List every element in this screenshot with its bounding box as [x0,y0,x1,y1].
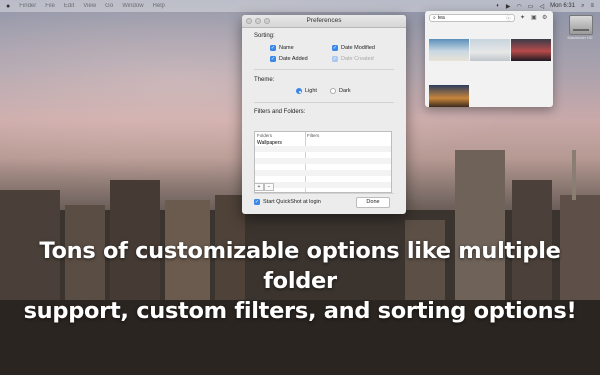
sort-date-added-label: Date Added [279,56,308,62]
sort-date-created-label: Date Created [341,56,374,62]
search-input[interactable]: tea [438,15,445,21]
radio-selected-icon [296,88,302,94]
thumbnail[interactable] [429,85,469,107]
menu-finder[interactable]: Finder [19,3,36,10]
done-button[interactable]: Done [356,197,390,208]
menu-file[interactable]: File [45,3,55,10]
checkmark-icon: ✓ [332,44,338,51]
filters-folders-label: Filters and Folders: [254,109,306,115]
menu-help[interactable]: Help [153,3,165,10]
clear-search-icon[interactable]: ⓧ [506,15,511,22]
start-at-login-label: Start QuickShot at login [263,199,321,205]
search-field[interactable]: ⌕ tea ⓧ [429,14,515,22]
theme-dark-radio[interactable]: Dark [330,88,351,94]
checkmark-icon: ✓ [332,55,338,62]
folder-icon[interactable]: ▣ [531,14,537,21]
title-bar[interactable]: Preferences [242,15,406,28]
sort-name-label: Name [279,45,294,51]
play-icon[interactable]: ▶ [506,3,511,10]
theme-light-radio[interactable]: Light [296,88,317,94]
volume-icon[interactable]: ◁ [539,3,544,10]
caption-line-1: Tons of customizable options like multip… [39,238,561,294]
divider [254,102,394,103]
checkmark-icon: ✓ [270,44,276,51]
thumbnail[interactable] [470,39,510,61]
start-at-login-checkbox[interactable]: ✓ Start QuickShot at login [254,199,321,205]
divider [254,193,394,194]
add-remove-control: + − [254,183,274,191]
battery-icon[interactable]: ▭ [528,3,534,10]
quickshot-popover: ⌕ tea ⓧ ✦ ▣ ⚙ [425,11,553,107]
sort-name-checkbox[interactable]: ✓ Name [270,45,294,51]
preferences-window: Preferences Sorting: ✓ Name ✓ Date Modif… [242,15,406,214]
list-icon[interactable]: ≡ [590,3,594,9]
sort-date-added-checkbox[interactable]: ✓ Date Added [270,56,308,62]
thumbnail[interactable] [511,39,551,61]
theme-dark-label: Dark [339,88,351,94]
remove-folder-button[interactable]: − [264,183,274,191]
folders-table[interactable]: Folders Filters Wallpapers [254,131,392,193]
menubar-clock[interactable]: Mon 6:31 [550,3,575,9]
thumbnail[interactable] [429,39,469,61]
hard-drive-label[interactable]: Macintosh HD [561,35,599,40]
wifi-icon[interactable]: ◠ [517,3,522,10]
quickshot-icon[interactable]: ◐ [496,3,500,9]
gear-icon[interactable]: ⚙ [542,14,547,21]
caption-line-2: support, custom filters, and sorting opt… [23,298,577,324]
window-title: Preferences [306,17,342,24]
menu-go[interactable]: Go [105,3,113,10]
sort-date-modified-label: Date Modified [341,45,375,51]
checkmark-icon: ✓ [254,198,260,205]
divider [254,69,394,70]
folders-column-header[interactable]: Folders [255,132,272,139]
promo-caption: Tons of customizable options like multip… [0,236,600,326]
sort-date-modified-checkbox[interactable]: ✓ Date Modified [332,45,375,51]
sorting-label: Sorting: [254,33,275,39]
sort-date-created-checkbox[interactable]: ✓ Date Created [332,56,374,62]
sparkle-icon[interactable]: ✦ [520,14,525,21]
theme-light-label: Light [305,88,317,94]
menu-view[interactable]: View [83,3,96,10]
table-row[interactable] [255,182,391,188]
add-folder-button[interactable]: + [254,183,264,191]
theme-label: Theme: [254,77,275,83]
hard-drive-icon[interactable] [569,15,593,35]
menu-edit[interactable]: Edit [64,3,74,10]
radio-unselected-icon [330,88,336,94]
checkmark-icon: ✓ [270,55,276,62]
apple-icon[interactable]: ● [6,3,10,10]
menu-window[interactable]: Window [122,3,143,10]
filters-column-header[interactable]: Filters [305,132,319,139]
search-icon: ⌕ [433,15,436,21]
search-icon[interactable]: ⌕ [581,3,584,10]
